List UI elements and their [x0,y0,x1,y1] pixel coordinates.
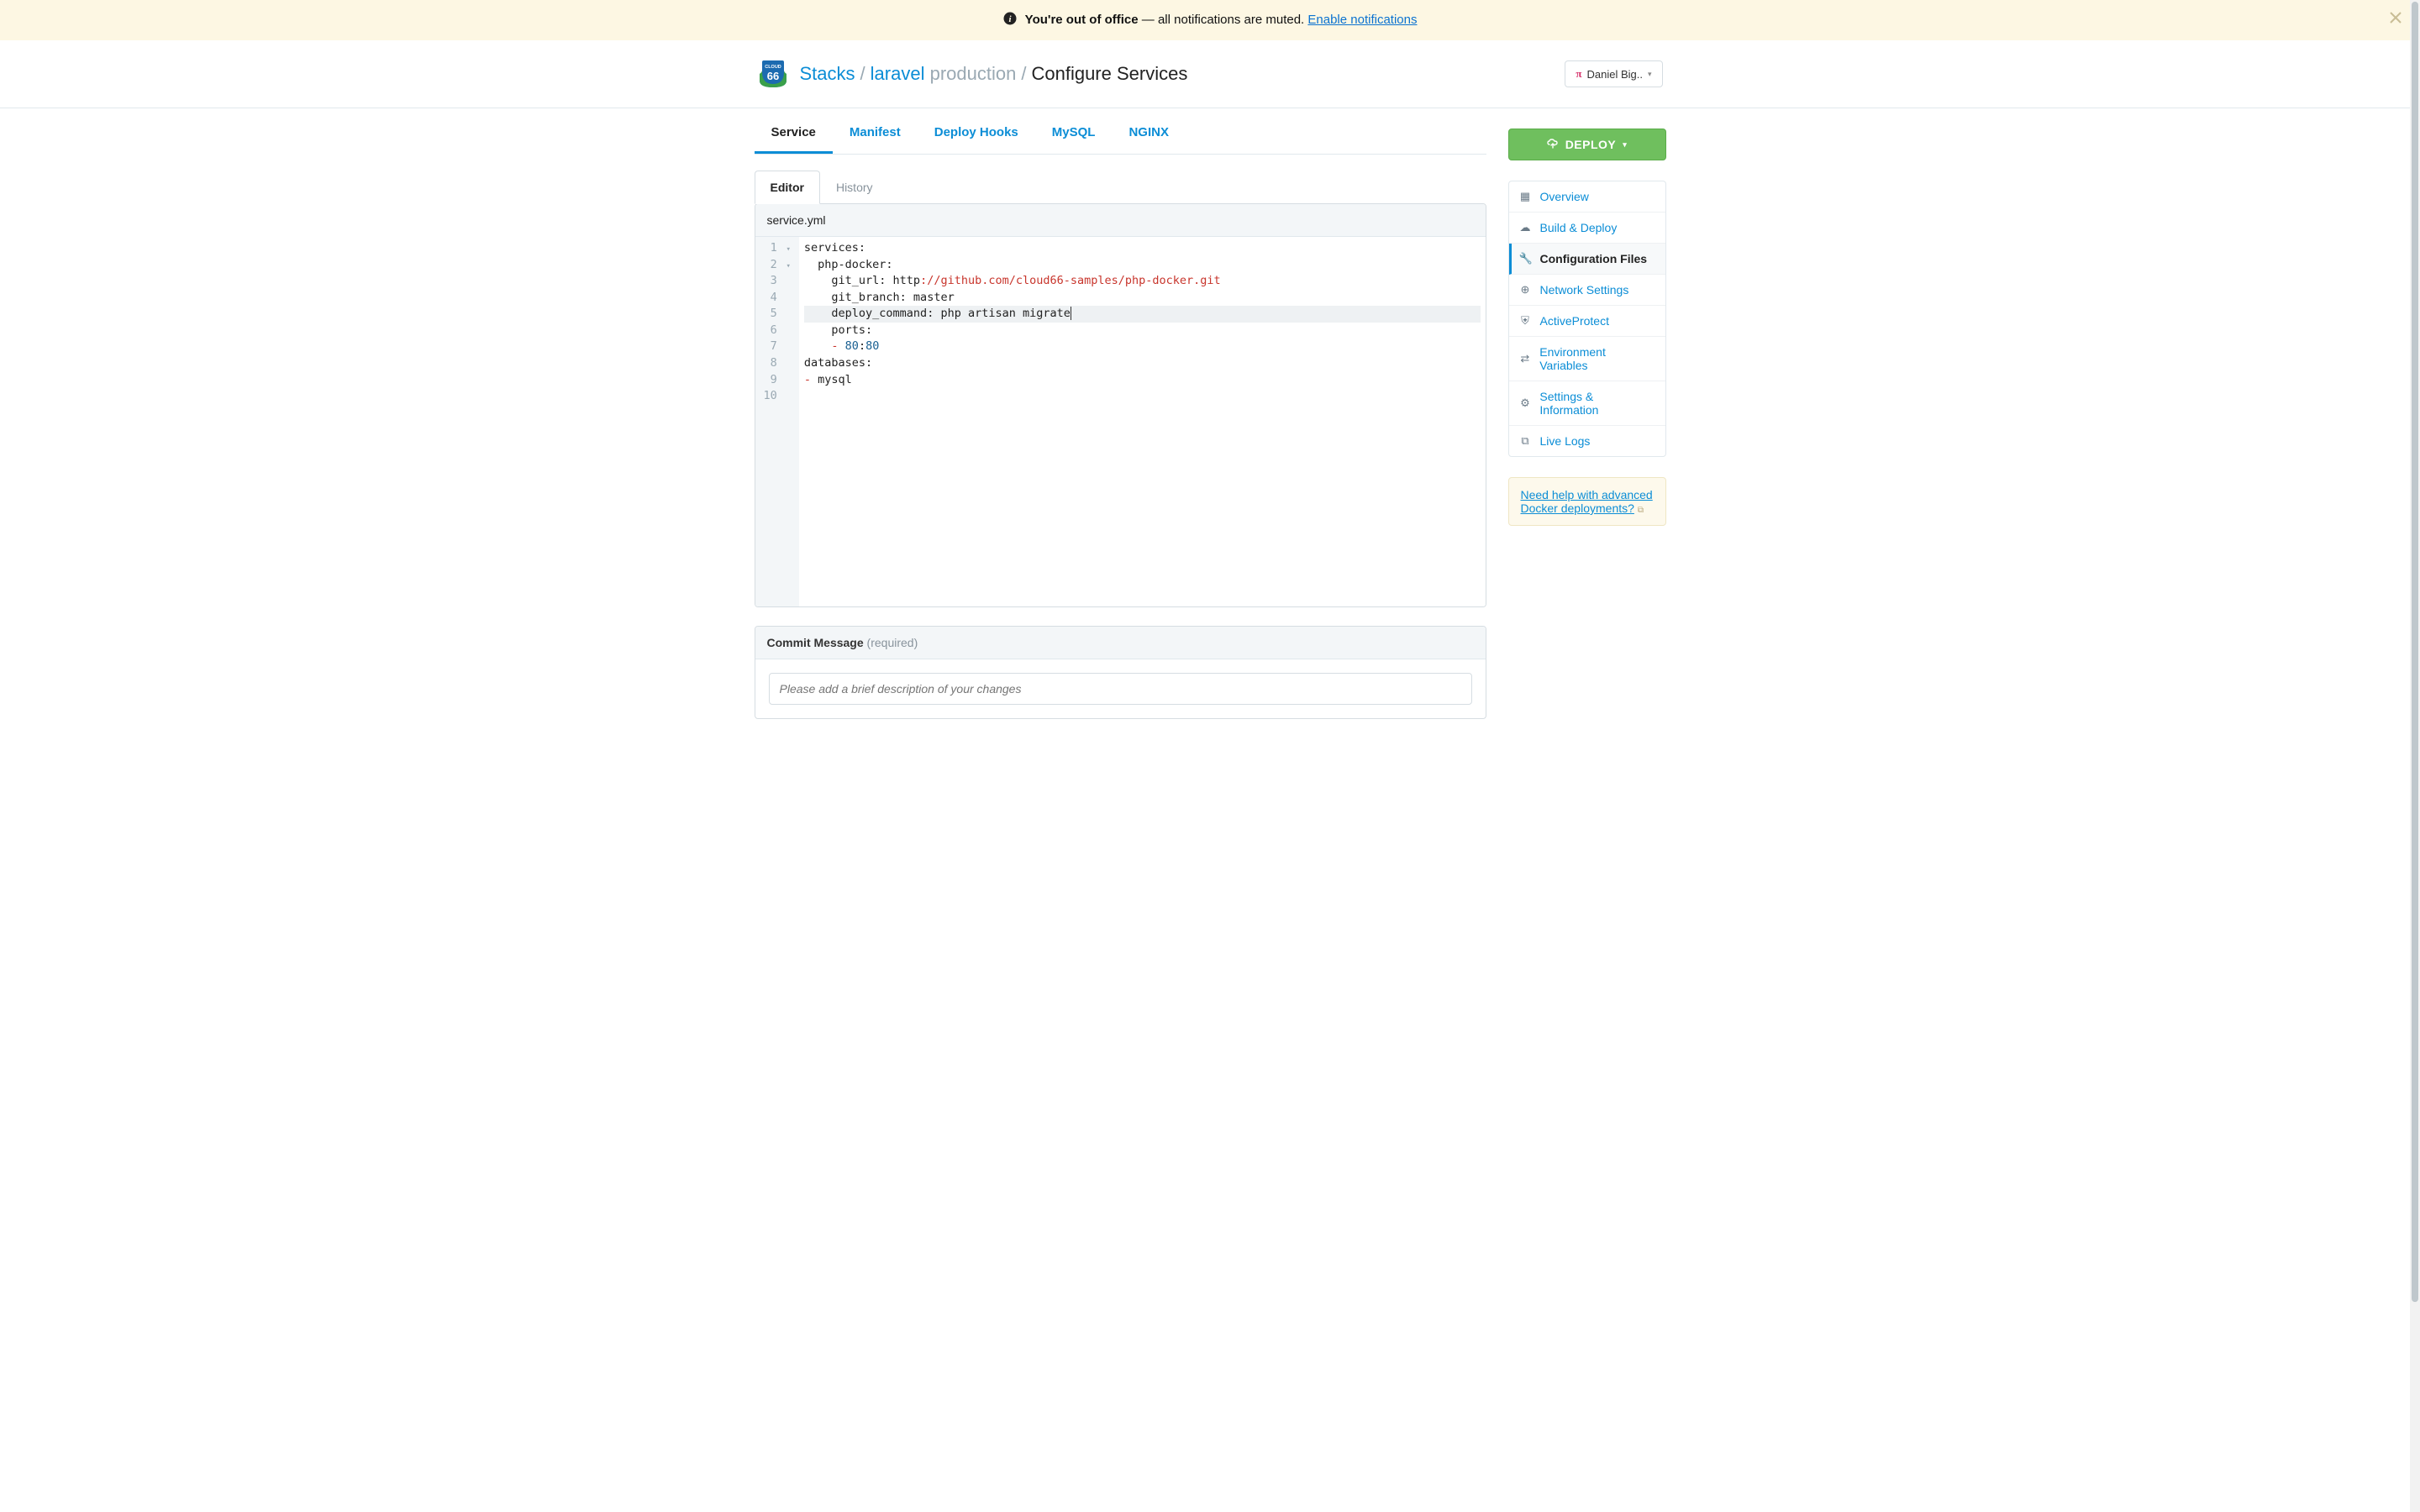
user-name: Daniel Big.. [1586,68,1642,81]
scrollbar-thumb[interactable] [2412,2,2418,1302]
sidebar-item-label: Environment Variables [1539,345,1655,372]
wrench-icon: 🔧 [1519,252,1532,265]
line-gutter: 1 ▾2 ▾3 4 5 6 7 8 9 10 [755,237,799,606]
svg-text:66: 66 [766,70,778,82]
grid-icon: ▦ [1519,190,1532,203]
user-icon: π [1576,67,1581,81]
tab-service[interactable]: Service [755,108,833,154]
scrollbar[interactable] [2410,0,2420,1512]
subtab-history[interactable]: History [820,171,889,204]
breadcrumb-stacks[interactable]: Stacks [800,63,855,85]
swap-icon: ⇄ [1519,352,1532,365]
sidebar-item-environment-variables[interactable]: ⇄ Environment Variables [1509,337,1665,381]
sidebar-item-label: Build & Deploy [1540,221,1618,234]
file-tabs: ServiceManifestDeploy HooksMySQLNGINX [755,108,1486,155]
commit-required: (required) [867,636,918,649]
sidebar-item-label: Network Settings [1540,283,1629,297]
out-of-office-banner: i You're out of office — all notificatio… [0,0,2420,40]
tab-manifest[interactable]: Manifest [833,108,918,154]
cloud66-logo: CLOUD66 [758,59,788,89]
banner-text: — all notifications are muted. [1139,13,1308,27]
external-link-icon: ⧉ [1638,506,1644,515]
editor-panel: service.yml 1 ▾2 ▾3 4 5 6 7 8 9 10 servi… [755,203,1486,607]
sidebar-item-settings-information[interactable]: ⚙ Settings & Information [1509,381,1665,426]
breadcrumb: CLOUD66 Stacks / laravel production / Co… [758,59,1188,89]
deploy-label: DEPLOY [1565,138,1617,151]
sidebar-item-label: Live Logs [1540,434,1591,448]
commit-message-input[interactable] [769,673,1472,705]
editor-filename: service.yml [755,204,1486,237]
sidebar-item-activeprotect[interactable]: ⛨ ActiveProtect [1509,306,1665,337]
breadcrumb-sep: / [1021,63,1026,85]
sidebar-item-live-logs[interactable]: ⧉ Live Logs [1509,426,1665,456]
sub-tabs: EditorHistory [755,170,1486,203]
page-header: CLOUD66 Stacks / laravel production / Co… [0,40,2420,108]
code-editor[interactable]: 1 ▾2 ▾3 4 5 6 7 8 9 10 services: php-doc… [755,237,1486,606]
deploy-button[interactable]: DEPLOY ▾ [1508,129,1666,160]
page-title: Configure Services [1031,63,1187,85]
sidebar-item-label: Settings & Information [1539,390,1655,417]
ship-icon: ☁ [1519,221,1532,234]
tab-deploy-hooks[interactable]: Deploy Hooks [918,108,1035,154]
close-icon[interactable] [2388,10,2403,30]
copy-icon: ⧉ [1519,434,1532,448]
side-nav: ▦ Overview ☁ Build & Deploy 🔧 Configuration F… [1508,181,1666,457]
help-link[interactable]: Need help with advancedDocker deployment… [1521,488,1653,515]
sidebar-item-label: Overview [1540,190,1589,203]
globe-icon: ⊕ [1519,283,1532,297]
sidebar-item-label: Configuration Files [1540,252,1648,265]
chevron-down-icon: ▾ [1623,140,1627,150]
sidebar-item-overview[interactable]: ▦ Overview [1509,181,1665,213]
gear-icon: ⚙ [1519,396,1532,410]
code-content[interactable]: services: php-docker: git_url: http://gi… [799,237,1486,606]
info-icon: i [1003,12,1017,29]
commit-header: Commit Message (required) [755,627,1486,659]
breadcrumb-sep: / [860,63,865,85]
commit-title: Commit Message [767,636,864,649]
tab-nginx[interactable]: NGINX [1112,108,1186,154]
sidebar-item-build-deploy[interactable]: ☁ Build & Deploy [1509,213,1665,244]
sidebar-item-label: ActiveProtect [1540,314,1609,328]
shield-icon: ⛨ [1519,314,1532,328]
subtab-editor[interactable]: Editor [755,171,820,204]
sidebar-item-network-settings[interactable]: ⊕ Network Settings [1509,275,1665,306]
tab-mysql[interactable]: MySQL [1035,108,1113,154]
breadcrumb-app[interactable]: laravel [871,63,925,85]
enable-notifications-link[interactable]: Enable notifications [1307,13,1417,27]
banner-text-bold: You're out of office [1025,13,1139,27]
breadcrumb-env: production [930,63,1017,85]
user-menu-button[interactable]: π Daniel Big.. ▾ [1565,60,1662,87]
help-box: Need help with advancedDocker deployment… [1508,477,1666,526]
sidebar-item-configuration-files[interactable]: 🔧 Configuration Files [1509,244,1665,275]
deploy-icon [1547,138,1559,151]
chevron-down-icon: ▾ [1648,70,1652,79]
commit-panel: Commit Message (required) [755,626,1486,719]
